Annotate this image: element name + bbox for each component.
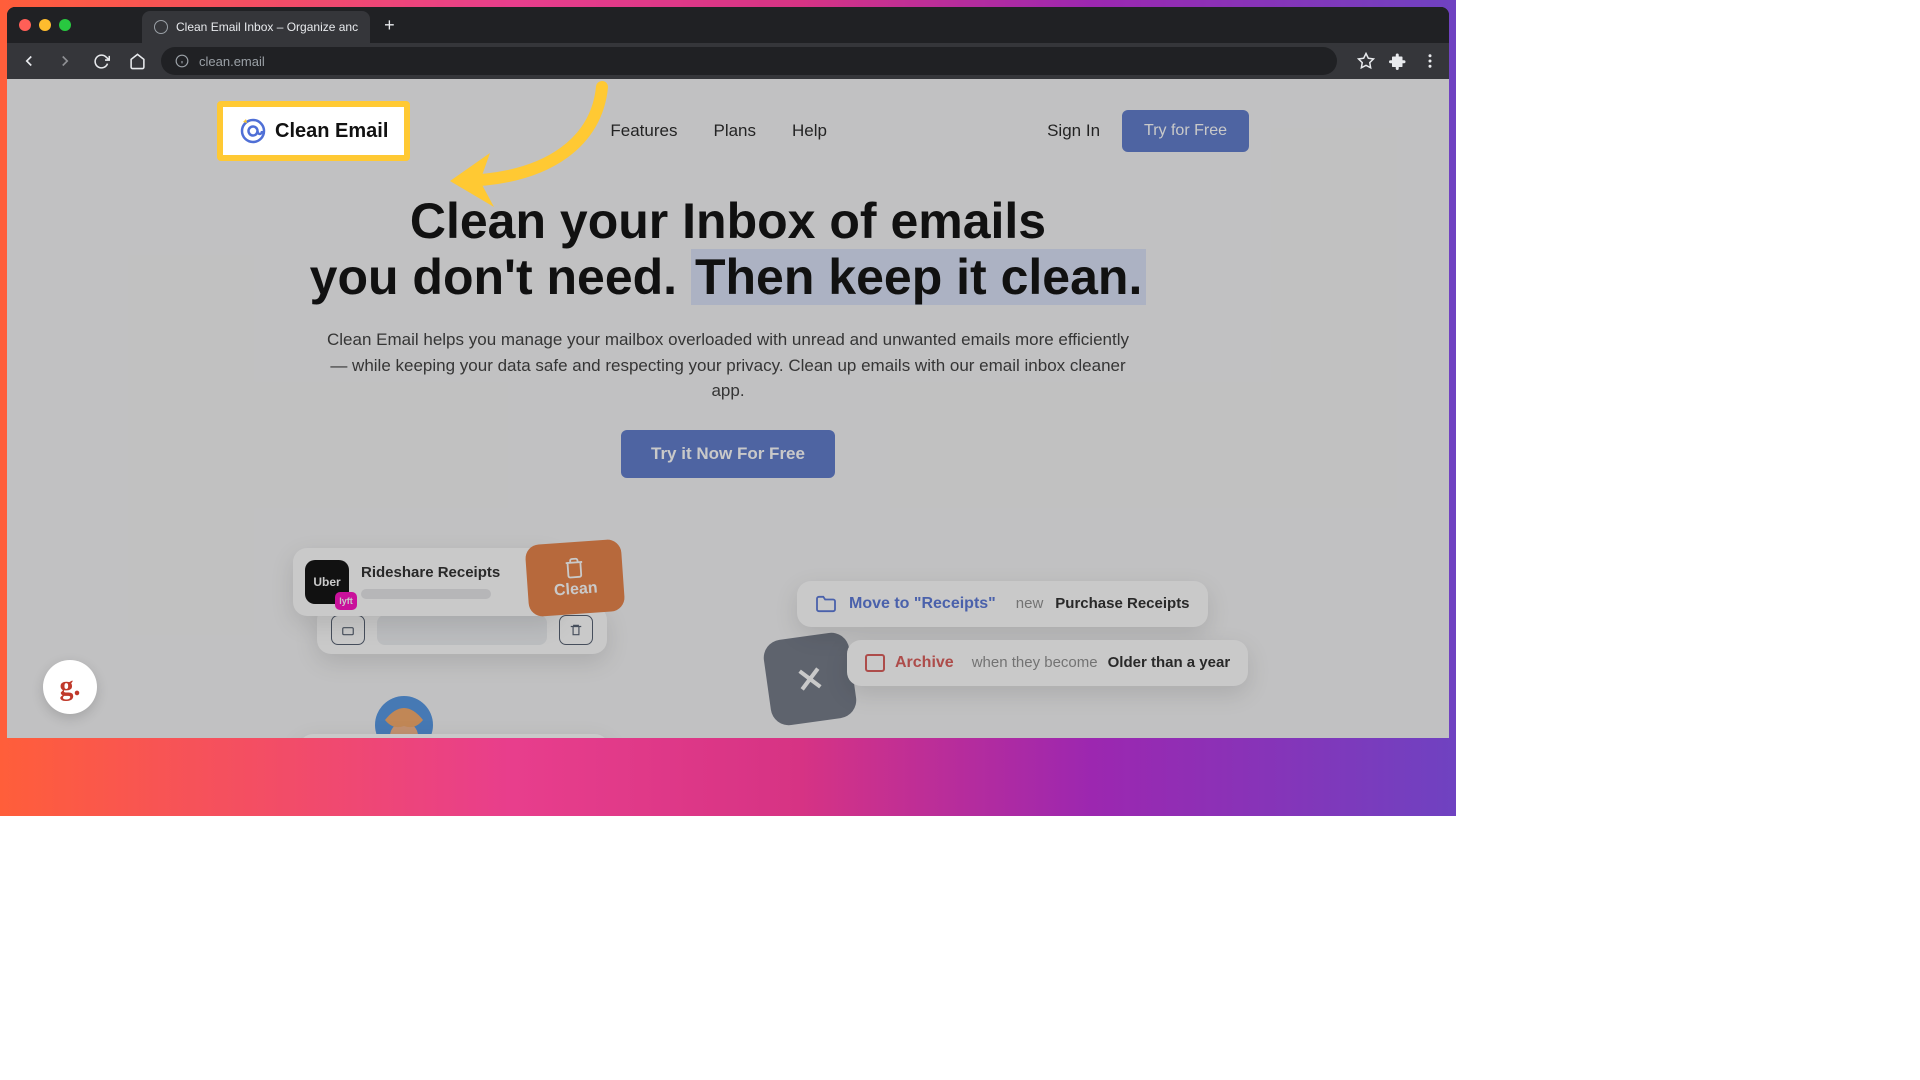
signin-link[interactable]: Sign In <box>1047 121 1100 141</box>
maximize-window-button[interactable] <box>59 19 71 31</box>
nav-plans[interactable]: Plans <box>713 121 756 141</box>
gradient-frame: Clean Email Inbox – Organize anc + clean… <box>0 0 1456 816</box>
clean-label: Clean <box>553 579 598 600</box>
avatar-illustration <box>375 696 433 739</box>
archive-label: Archive <box>895 654 954 672</box>
browser-window: Clean Email Inbox – Organize anc + clean… <box>7 7 1449 738</box>
site-header: Clean Email Features Plans Help Sign In … <box>7 79 1449 183</box>
move-strong: Purchase Receipts <box>1055 595 1189 612</box>
logo-highlight-box[interactable]: Clean Email <box>217 101 410 161</box>
url-text: clean.email <box>199 54 265 69</box>
extensions-icon[interactable] <box>1389 52 1407 70</box>
main-nav: Features Plans Help <box>610 121 827 141</box>
at-sign-icon <box>239 117 267 145</box>
header-right: Sign In Try for Free <box>1047 110 1249 152</box>
hero-title-highlight: Then keep it clean. <box>691 249 1146 305</box>
browser-toolbar: clean.email <box>7 43 1449 79</box>
archive-strong: Older than a year <box>1108 654 1231 671</box>
site-info-icon <box>175 54 189 68</box>
rideshare-card-text: Rideshare Receipts <box>361 564 500 599</box>
trash-mini-icon <box>559 615 593 645</box>
menu-dots-icon[interactable] <box>1421 52 1439 70</box>
globe-icon <box>154 20 168 34</box>
uber-icon: Uber lyft <box>305 560 349 604</box>
browser-tab[interactable]: Clean Email Inbox – Organize anc <box>142 11 370 43</box>
folder-icon <box>815 595 837 613</box>
hero-section: Clean your Inbox of emails you don't nee… <box>7 183 1449 478</box>
address-bar[interactable]: clean.email <box>161 47 1337 75</box>
tab-title: Clean Email Inbox – Organize anc <box>176 20 358 34</box>
move-muted: new <box>1016 595 1044 612</box>
clean-action-button: Clean <box>525 538 626 617</box>
try-free-button[interactable]: Try for Free <box>1122 110 1249 152</box>
nav-help[interactable]: Help <box>792 121 827 141</box>
browser-titlebar: Clean Email Inbox – Organize anc + <box>7 7 1449 43</box>
card-under-2 <box>299 734 609 739</box>
traffic-lights <box>19 19 71 31</box>
hero-title-line2a: you don't need. <box>310 249 691 305</box>
bookmark-star-icon[interactable] <box>1357 52 1375 70</box>
skeleton-line <box>361 589 491 599</box>
hero-cta-button[interactable]: Try it Now For Free <box>621 430 835 478</box>
hero-subtitle: Clean Email helps you manage your mailbo… <box>318 327 1138 404</box>
diamond-arrows-icon <box>761 630 858 727</box>
back-button[interactable] <box>17 49 41 73</box>
forward-button[interactable] <box>53 49 77 73</box>
g-badge[interactable]: g. <box>43 660 97 714</box>
hero-title-line1: Clean your Inbox of emails <box>410 193 1046 249</box>
inbox-mini-icon <box>331 615 365 645</box>
move-receipts-card: Move to "Receipts" new Purchase Receipts <box>797 581 1208 627</box>
home-button[interactable] <box>125 49 149 73</box>
nav-features[interactable]: Features <box>610 121 677 141</box>
lyft-icon: lyft <box>335 592 357 610</box>
logo-text: Clean Email <box>275 120 388 143</box>
skeleton-pill <box>377 615 547 645</box>
trash-icon <box>563 556 586 579</box>
close-window-button[interactable] <box>19 19 31 31</box>
archive-card: Archive when they become Older than a ye… <box>847 640 1248 686</box>
new-tab-button[interactable]: + <box>384 15 395 36</box>
reload-button[interactable] <box>89 49 113 73</box>
archive-muted: when they become <box>972 654 1098 671</box>
toolbar-right <box>1357 52 1439 70</box>
minimize-window-button[interactable] <box>39 19 51 31</box>
rideshare-title: Rideshare Receipts <box>361 564 500 581</box>
hero-illustration: Uber lyft Rideshare Receipts Clean <box>7 548 1449 739</box>
archive-icon <box>865 654 885 672</box>
move-label: Move to "Receipts" <box>849 595 996 613</box>
hero-title: Clean your Inbox of emails you don't nee… <box>47 193 1409 305</box>
page-content: Clean Email Features Plans Help Sign In … <box>7 79 1449 738</box>
rideshare-card: Uber lyft Rideshare Receipts <box>293 548 560 616</box>
